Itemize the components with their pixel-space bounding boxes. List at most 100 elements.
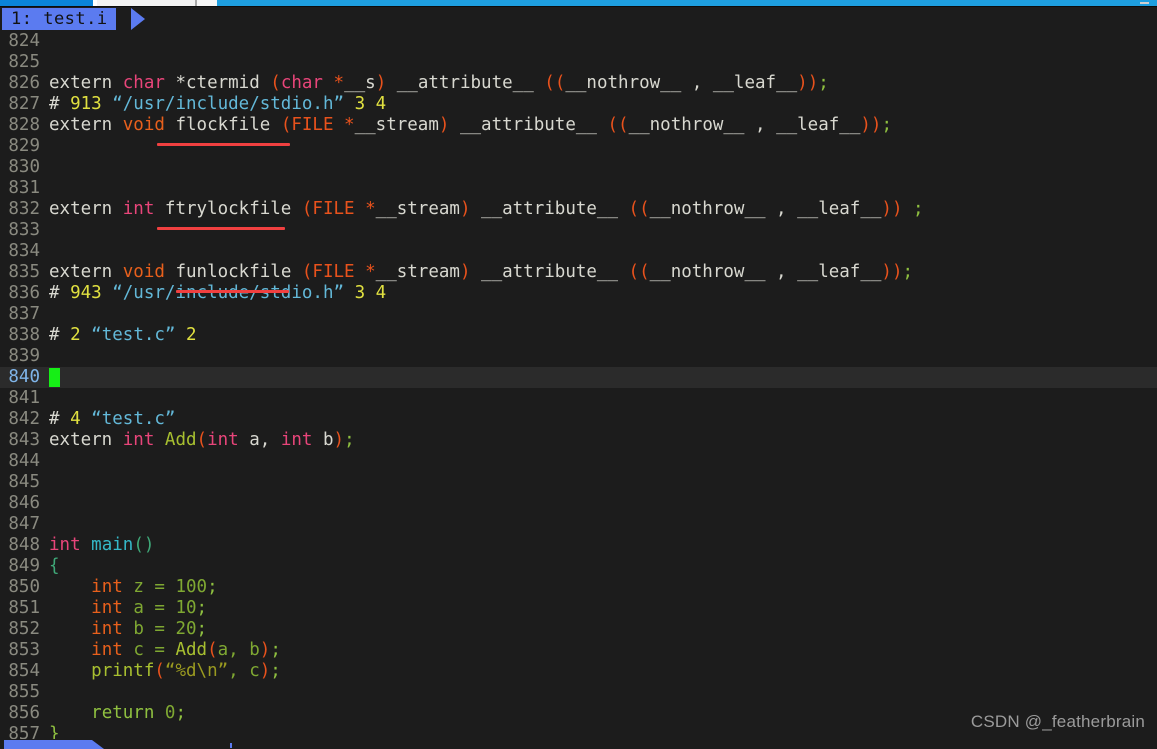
code-line[interactable]: 841: [0, 388, 1157, 409]
code-token: ): [259, 661, 271, 681]
code-line[interactable]: 831: [0, 178, 1157, 199]
code-token: ;: [818, 73, 829, 93]
code-line[interactable]: 843 extern int Add(int a, int b);: [0, 430, 1157, 451]
code-line[interactable]: 852 int b = 20;: [0, 619, 1157, 640]
code-token: int: [122, 430, 155, 450]
line-number: 841: [8, 388, 40, 408]
tab-test-i[interactable]: 1: test.i: [2, 8, 116, 30]
line-number: 837: [8, 304, 40, 324]
code-line-text: # 913 “/usr/include/stdio.h” 3 4: [40, 94, 386, 115]
code-buffer[interactable]: 824 825 826 extern char *ctermid (char *__s…: [0, 31, 1157, 744]
code-token: 913: [70, 94, 102, 114]
code-line[interactable]: 853 int c = Add(a, b);: [0, 640, 1157, 661]
code-line[interactable]: 842 # 4 “test.c”: [0, 409, 1157, 430]
code-token: ): [459, 262, 471, 282]
line-number: 842: [8, 409, 40, 429]
chrome-segment-active-tab[interactable]: [0, 0, 93, 6]
code-line[interactable]: 835 extern void funlockfile (FILE *__stre…: [0, 262, 1157, 283]
code-line[interactable]: 846: [0, 493, 1157, 514]
code-token: )): [860, 115, 882, 135]
code-line[interactable]: 854 printf(“%d\n”, c);: [0, 661, 1157, 682]
code-line[interactable]: 851 int a = 10;: [0, 598, 1157, 619]
code-token: b = 20: [133, 619, 197, 639]
code-line[interactable]: 855: [0, 682, 1157, 703]
code-token: __nothrow__ , __leaf__: [649, 199, 882, 219]
chrome-segment-inactive-tab[interactable]: [97, 0, 195, 6]
code-line[interactable]: 828 extern void flockfile (FILE *__stream…: [0, 115, 1157, 136]
code-token: __attribute__: [449, 115, 608, 135]
code-line[interactable]: 844: [0, 451, 1157, 472]
code-line-text: # 2 “test.c” 2: [40, 325, 197, 346]
line-number: 853: [8, 640, 40, 660]
code-token: int: [122, 199, 155, 219]
status-bar-tick: [230, 743, 232, 748]
code-line-current[interactable]: 840: [0, 367, 1157, 388]
code-token: ((: [628, 199, 650, 219]
code-token: int: [207, 430, 239, 450]
code-token: (): [133, 535, 155, 555]
code-token: ((: [607, 115, 629, 135]
code-token: int: [49, 535, 81, 555]
code-token: “test.c”: [91, 409, 176, 429]
line-number: 827: [8, 94, 40, 114]
code-line[interactable]: 834: [0, 241, 1157, 262]
code-token: int: [91, 619, 123, 639]
code-line[interactable]: 836 # 943 “/usr/include/stdio.h” 3 4: [0, 283, 1157, 304]
code-line[interactable]: 849 {: [0, 556, 1157, 577]
code-line[interactable]: 830: [0, 157, 1157, 178]
code-token: ;: [270, 640, 281, 660]
vim-editor-window: 1: test.i 824 825 826 extern char *ctermid …: [0, 0, 1157, 749]
code-token: ): [259, 640, 271, 660]
line-number: 848: [8, 535, 40, 555]
code-token: ((: [544, 73, 566, 93]
code-line[interactable]: 845: [0, 472, 1157, 493]
line-number: 826: [8, 73, 40, 93]
code-token: ): [375, 73, 387, 93]
code-line[interactable]: 833: [0, 220, 1157, 241]
code-token: int: [280, 430, 313, 450]
line-number: 840: [8, 367, 40, 387]
line-number: 825: [8, 52, 40, 72]
code-line[interactable]: 826 extern char *ctermid (char *__s) __at…: [0, 73, 1157, 94]
code-token: char: [122, 73, 165, 93]
code-token: (FILE *: [301, 199, 376, 219]
code-line[interactable]: 825: [0, 52, 1157, 73]
code-line[interactable]: 850 int z = 100;: [0, 577, 1157, 598]
code-line[interactable]: 829: [0, 136, 1157, 157]
line-number: 836: [8, 283, 40, 303]
code-line[interactable]: 827 # 913 “/usr/include/stdio.h” 3 4: [0, 94, 1157, 115]
code-token: __stream: [354, 115, 439, 135]
line-number: 838: [8, 325, 40, 345]
window-chrome-strip: [0, 0, 1157, 7]
code-line[interactable]: 838 # 2 “test.c” 2: [0, 325, 1157, 346]
code-line[interactable]: 847: [0, 514, 1157, 535]
code-token: (FILE *: [280, 115, 355, 135]
chrome-segment-new-tab[interactable]: [197, 0, 217, 6]
code-line[interactable]: 832 extern int ftrylockfile (FILE *__stre…: [0, 199, 1157, 220]
code-token: 4: [70, 409, 81, 429]
code-token: main: [91, 535, 134, 555]
code-line[interactable]: 837: [0, 304, 1157, 325]
underline-funlockfile: [176, 290, 289, 293]
code-line-text: int main(): [40, 535, 154, 556]
code-token: (: [154, 661, 165, 681]
code-token: funlockfile: [164, 262, 302, 282]
minimize-icon[interactable]: [1140, 2, 1149, 4]
code-line[interactable]: 839: [0, 346, 1157, 367]
code-line[interactable]: 848 int main(): [0, 535, 1157, 556]
code-token: #: [49, 409, 71, 429]
code-line[interactable]: 824: [0, 31, 1157, 52]
line-number: 854: [8, 661, 40, 681]
code-line-text: extern void flockfile (FILE *__stream) _…: [40, 115, 892, 136]
